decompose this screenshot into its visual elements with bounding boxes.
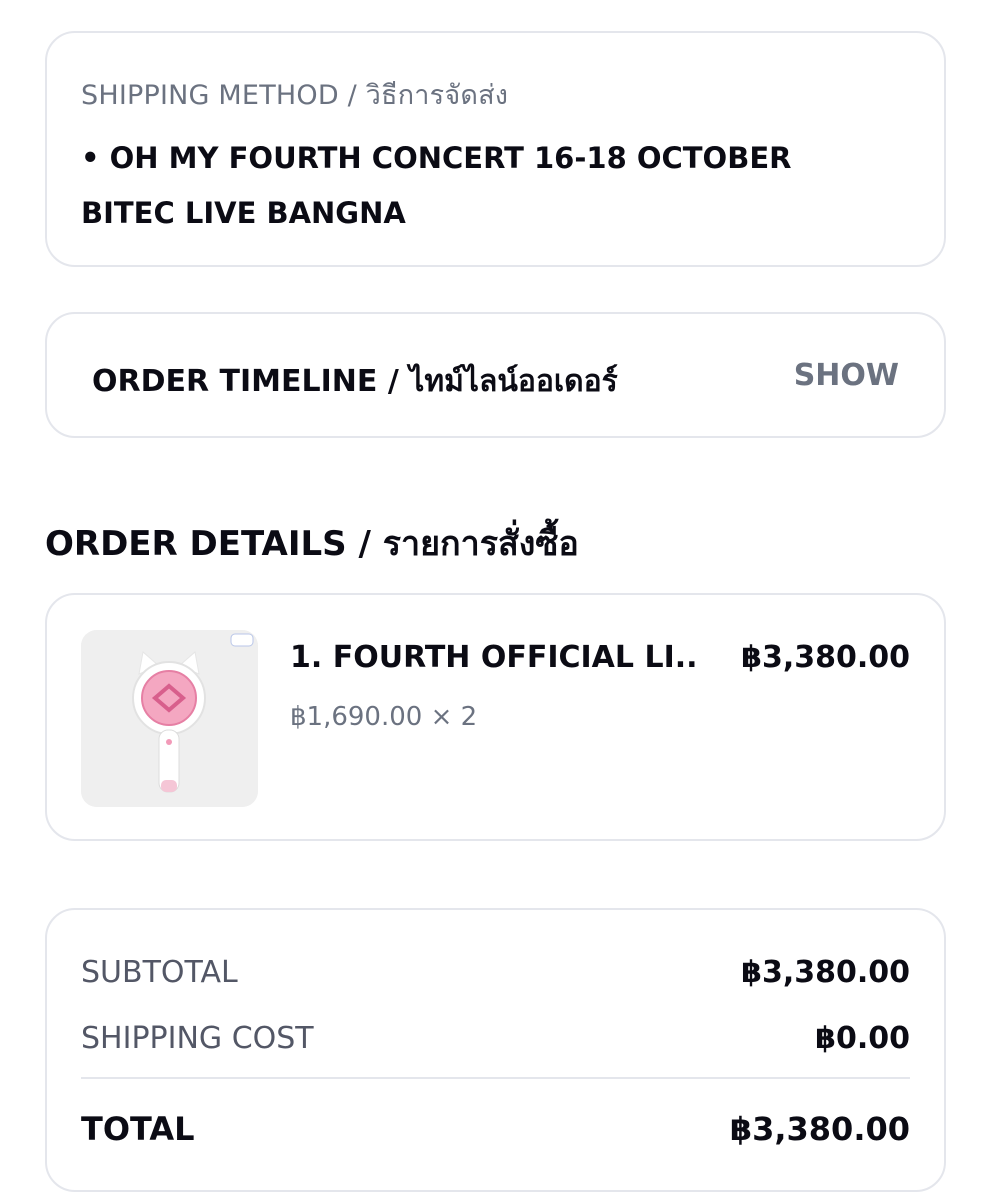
total-value: ฿3,380.00 xyxy=(729,1110,910,1148)
subtotal-value: ฿3,380.00 xyxy=(741,955,910,990)
item-total-price: ฿3,380.00 xyxy=(741,640,910,675)
shipping-method-card: SHIPPING METHOD / วิธีการจัดส่ง • OH MY … xyxy=(45,31,946,267)
lightstick-image xyxy=(81,630,258,807)
shipping-cost-label: SHIPPING COST xyxy=(81,1021,314,1056)
subtotal-label: SUBTOTAL xyxy=(81,955,238,990)
order-item-card: 1. FOURTH OFFICIAL LI... ฿3,380.00 ฿1,69… xyxy=(45,593,946,841)
shipping-method-label: SHIPPING METHOD / วิธีการจัดส่ง xyxy=(81,80,509,111)
order-timeline-card[interactable]: ORDER TIMELINE / ไทม์ไลน์ออเดอร์ SHOW xyxy=(45,312,946,438)
summary-divider xyxy=(81,1077,910,1079)
item-unit-price-quantity: ฿1,690.00 × 2 xyxy=(290,702,478,732)
product-image xyxy=(81,630,258,807)
order-timeline-title: ORDER TIMELINE / ไทม์ไลน์ออเดอร์ xyxy=(92,364,618,399)
shipping-cost-value: ฿0.00 xyxy=(815,1021,910,1056)
shipping-method-value: • OH MY FOURTH CONCERT 16-18 OCTOBER BIT… xyxy=(81,141,792,230)
item-name[interactable]: 1. FOURTH OFFICIAL LI... xyxy=(290,640,700,675)
order-details-heading: ORDER DETAILS / รายการสั่งซื้อ xyxy=(45,524,579,564)
show-timeline-button[interactable]: SHOW xyxy=(794,358,899,393)
total-label: TOTAL xyxy=(81,1110,195,1148)
order-summary-card: SUBTOTAL ฿3,380.00 SHIPPING COST ฿0.00 T… xyxy=(45,908,946,1192)
